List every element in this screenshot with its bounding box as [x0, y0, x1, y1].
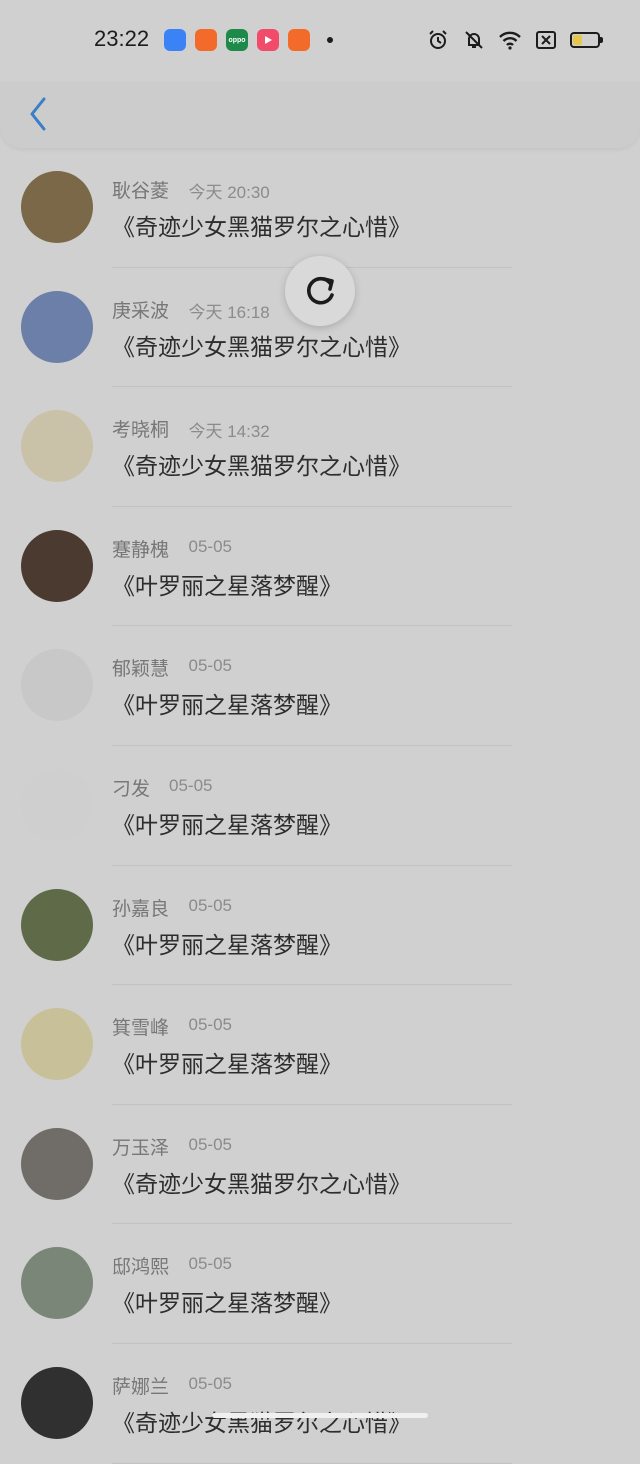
user-name: 蹇静槐 — [112, 538, 170, 561]
more-notifications-dot — [327, 37, 333, 43]
back-button[interactable] — [20, 94, 56, 134]
user-name: 邸鸿熙 — [112, 1256, 170, 1279]
timestamp: 05-05 — [169, 775, 213, 795]
no-sim-icon — [534, 29, 558, 51]
item-title: 《叶罗丽之星落梦醒》 — [112, 693, 342, 720]
alarm-icon — [426, 29, 450, 51]
user-name: 刁发 — [112, 777, 151, 800]
kuaishou-icon — [195, 29, 217, 51]
list-item[interactable]: 刁发 05-05 《叶罗丽之星落梦醒》 — [0, 746, 640, 866]
list-item[interactable]: 萨娜兰 05-05 《奇迹少女黑猫罗尔之心惜》 — [0, 1344, 640, 1464]
top-nav-bar — [0, 82, 640, 148]
list-item[interactable]: 考晓桐 今天 14:32 《奇迹少女黑猫罗尔之心惜》 — [0, 387, 640, 507]
user-name: 庚采波 — [112, 299, 170, 322]
avatar — [21, 529, 93, 602]
battery-fill — [573, 35, 582, 45]
list-item[interactable]: 孙嘉良 05-05 《叶罗丽之星落梦醒》 — [0, 866, 640, 986]
item-title: 《叶罗丽之星落梦醒》 — [112, 812, 342, 839]
user-name: 耿谷菱 — [112, 180, 170, 202]
timestamp: 今天 16:18 — [188, 302, 270, 322]
list-item[interactable]: 邸鸿熙 05-05 《叶罗丽之星落梦醒》 — [0, 1224, 640, 1344]
timestamp: 05-05 — [188, 536, 232, 556]
timestamp: 05-05 — [188, 1373, 232, 1393]
oppo-icon: oppo — [226, 29, 248, 51]
message-list: 耿谷菱 今天 20:30 《奇迹少女黑猫罗尔之心惜》 庚采波 今天 16:18 《奇迹少女… — [0, 148, 640, 1464]
user-name: 箕雪峰 — [112, 1017, 170, 1040]
avatar — [21, 290, 93, 363]
timestamp: 05-05 — [188, 656, 232, 676]
blue-app-icon — [164, 29, 186, 51]
system-icons — [426, 29, 603, 51]
avatar — [21, 171, 93, 243]
avatar — [21, 1008, 93, 1081]
item-title: 《奇迹少女黑猫罗尔之心惜》 — [112, 454, 411, 481]
item-title: 《奇迹少女黑猫罗尔之心惜》 — [112, 334, 411, 361]
timestamp: 05-05 — [188, 1015, 232, 1035]
item-title: 《奇迹少女黑猫罗尔之心惜》 — [112, 1410, 411, 1437]
video-play-icon — [257, 29, 279, 51]
avatar — [21, 768, 93, 841]
status-bar: 23:22 oppo — [0, 0, 640, 82]
list-item[interactable]: 耿谷菱 今天 20:30 《奇迹少女黑猫罗尔之心惜》 — [0, 148, 640, 268]
mute-bell-icon — [462, 29, 486, 51]
user-name: 万玉泽 — [112, 1136, 170, 1159]
timestamp: 05-05 — [188, 1254, 232, 1274]
user-name: 孙嘉良 — [112, 897, 170, 920]
chevron-left-icon — [30, 97, 46, 131]
home-indicator — [212, 1413, 428, 1418]
user-name: 考晓桐 — [112, 419, 170, 442]
timestamp: 05-05 — [188, 1134, 232, 1154]
item-title: 《奇迹少女黑猫罗尔之心惜》 — [112, 1171, 411, 1198]
avatar — [21, 888, 93, 961]
list-item[interactable]: 万玉泽 05-05 《奇迹少女黑猫罗尔之心惜》 — [0, 1105, 640, 1225]
list-item[interactable]: 郁颖慧 05-05 《叶罗丽之星落梦醒》 — [0, 626, 640, 746]
user-name: 萨娜兰 — [112, 1375, 170, 1398]
avatar — [21, 410, 93, 483]
battery-icon — [570, 32, 603, 48]
user-name: 郁颖慧 — [112, 658, 170, 681]
item-title: 《叶罗丽之星落梦醒》 — [112, 1291, 342, 1318]
notification-app-icons: oppo — [164, 29, 333, 51]
oppo-label: oppo — [228, 36, 246, 44]
refresh-button[interactable] — [285, 256, 355, 326]
list-item[interactable]: 箕雪峰 05-05 《叶罗丽之星落梦醒》 — [0, 985, 640, 1105]
avatar — [21, 1247, 93, 1320]
list-item[interactable]: 蹇静槐 05-05 《叶罗丽之星落梦醒》 — [0, 507, 640, 627]
timestamp: 05-05 — [188, 895, 232, 915]
item-title: 《叶罗丽之星落梦醒》 — [112, 1052, 342, 1079]
clock: 23:22 — [94, 26, 150, 51]
timestamp: 今天 20:30 — [188, 183, 270, 202]
item-title: 《叶罗丽之星落梦醒》 — [112, 573, 342, 600]
avatar — [21, 1366, 93, 1439]
timestamp: 今天 14:32 — [188, 422, 270, 442]
item-title: 《叶罗丽之星落梦醒》 — [112, 932, 342, 959]
avatar — [21, 1127, 93, 1200]
avatar — [21, 649, 93, 722]
wifi-icon — [498, 29, 522, 51]
kuaishou-lite-icon — [288, 29, 310, 51]
item-title: 《奇迹少女黑猫罗尔之心惜》 — [112, 215, 411, 241]
refresh-icon — [307, 276, 334, 305]
